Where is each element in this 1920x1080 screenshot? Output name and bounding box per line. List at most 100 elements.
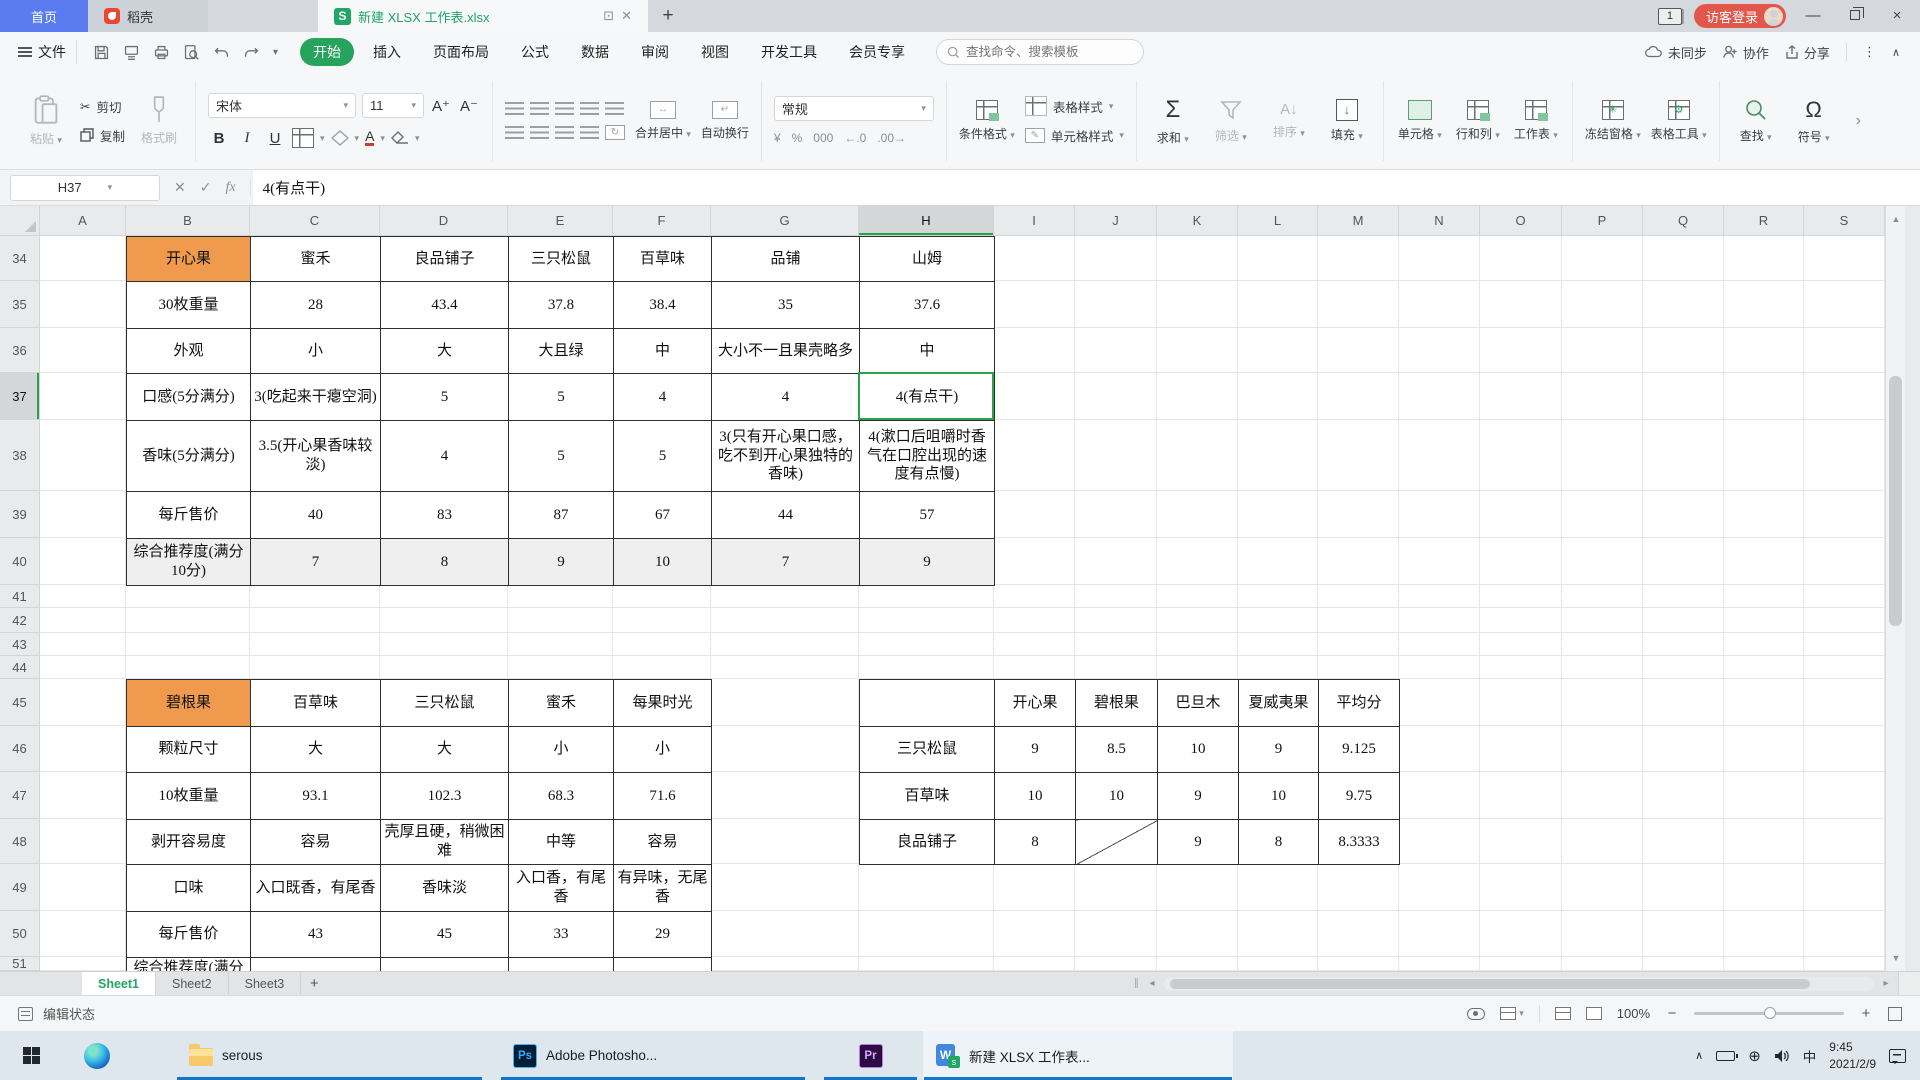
cell-D35[interactable]: 43.4 [381, 282, 509, 329]
collaborate-button[interactable]: 协作 [1723, 43, 1769, 62]
orientation-icon[interactable]: ↻ [605, 125, 625, 140]
cell-C40[interactable]: 7 [251, 539, 381, 586]
cell-N35[interactable] [1399, 281, 1480, 328]
cell-K49[interactable] [1157, 864, 1238, 911]
cell-G51[interactable] [711, 957, 859, 971]
cell-L49[interactable] [1238, 864, 1318, 911]
underline-button[interactable]: U [264, 130, 286, 147]
cell-B35[interactable]: 30枚重量 [127, 282, 251, 329]
cell-Q39[interactable] [1643, 491, 1724, 538]
taskbar-folder-button[interactable]: serous [176, 1031, 483, 1080]
cell-R50[interactable] [1724, 911, 1804, 957]
column-header-Q[interactable]: Q [1643, 206, 1724, 236]
horizontal-scroll-thumb[interactable] [1170, 979, 1810, 989]
cell-Q46[interactable] [1643, 726, 1724, 772]
cell-K37[interactable] [1157, 373, 1238, 420]
cell-H38[interactable]: 4(漱口后咀嚼时香气在口腔出现的速度有点慢) [860, 421, 995, 492]
cell-R42[interactable] [1724, 608, 1804, 633]
cell-A40[interactable] [40, 538, 126, 585]
cell-F35[interactable]: 38.4 [614, 282, 712, 329]
cell-P45[interactable] [1562, 679, 1643, 726]
cell-R38[interactable] [1724, 420, 1804, 491]
eraser-button[interactable]: ▾ [391, 131, 420, 145]
tray-expand-icon[interactable]: ∧ [1695, 1049, 1703, 1062]
cell-C49[interactable]: 入口既香，有尾香 [251, 865, 381, 912]
menu-tab-insert[interactable]: 插入 [360, 38, 414, 66]
cell-K42[interactable] [1157, 608, 1238, 633]
cell-F48[interactable]: 容易 [614, 820, 712, 865]
cell-E42[interactable] [508, 608, 613, 633]
save-icon[interactable] [93, 44, 110, 61]
cell-C41[interactable] [250, 585, 380, 608]
cell-P38[interactable] [1562, 420, 1643, 491]
menu-tab-review[interactable]: 审阅 [628, 38, 682, 66]
cell-M42[interactable] [1318, 608, 1399, 633]
cut-button[interactable]: ✂剪切 [80, 97, 125, 116]
cell-R34[interactable] [1724, 236, 1804, 281]
cell-L44[interactable] [1238, 656, 1318, 679]
cell-F50[interactable]: 29 [614, 912, 712, 958]
bold-button[interactable]: B [208, 130, 230, 147]
cell-I36[interactable] [994, 328, 1075, 373]
italic-button[interactable]: I [236, 130, 258, 147]
cell-S35[interactable] [1804, 281, 1885, 328]
cell-G48[interactable] [711, 819, 859, 864]
cell-E38[interactable]: 5 [509, 421, 614, 492]
column-header-N[interactable]: N [1399, 206, 1480, 236]
table-style-button[interactable]: 表格样式 ▾ [1025, 96, 1124, 116]
cell-F51[interactable] [614, 958, 712, 972]
cell-C47[interactable]: 93.1 [251, 773, 381, 820]
cell-M48[interactable]: 8.3333 [1319, 820, 1400, 865]
cell-L38[interactable] [1238, 420, 1318, 491]
cell-C42[interactable] [250, 608, 380, 633]
cell-D46[interactable]: 大 [381, 727, 509, 773]
cell-B38[interactable]: 香味(5分满分) [127, 421, 251, 492]
cell-F49[interactable]: 有异味，无尾香 [614, 865, 712, 912]
cell-S37[interactable] [1804, 373, 1885, 420]
cell-B47[interactable]: 10枚重量 [127, 773, 251, 820]
zoom-level[interactable]: 100% [1617, 1006, 1650, 1021]
fill-button[interactable]: ↓ 填充 ▾ [1323, 99, 1371, 143]
cell-R37[interactable] [1724, 373, 1804, 420]
cell-Q41[interactable] [1643, 585, 1724, 608]
cell-S49[interactable] [1804, 864, 1885, 911]
cell-M36[interactable] [1318, 328, 1399, 373]
cell-B45[interactable]: 碧根果 [127, 680, 251, 727]
cell-N34[interactable] [1399, 236, 1480, 281]
cell-H45[interactable] [860, 680, 995, 727]
cell-M45[interactable]: 平均分 [1319, 680, 1400, 727]
cell-A36[interactable] [40, 328, 126, 373]
tab-document[interactable]: S 新建 XLSX 工作表.xlsx ⊡ ✕ [318, 0, 648, 32]
cell-F46[interactable]: 小 [614, 727, 712, 773]
cell-C48[interactable]: 容易 [251, 820, 381, 865]
cell-J40[interactable] [1075, 538, 1157, 585]
row-header-40[interactable]: 40 [0, 538, 40, 585]
cell-style-button[interactable]: ✎单元格样式 ▾ [1025, 126, 1124, 145]
cell-F40[interactable]: 10 [614, 539, 712, 586]
cell-J51[interactable] [1075, 957, 1157, 971]
cell-A42[interactable] [40, 608, 126, 633]
cell-L45[interactable]: 夏威夷果 [1239, 680, 1319, 727]
cell-R41[interactable] [1724, 585, 1804, 608]
cell-I45[interactable]: 开心果 [995, 680, 1076, 727]
cell-N36[interactable] [1399, 328, 1480, 373]
cell-F45[interactable]: 每果时光 [614, 680, 712, 727]
notification-center-icon[interactable] [1889, 1049, 1906, 1063]
cell-I40[interactable] [994, 538, 1075, 585]
cell-Q38[interactable] [1643, 420, 1724, 491]
cell-C34[interactable]: 蜜禾 [251, 237, 381, 282]
cell-I41[interactable] [994, 585, 1075, 608]
taskbar-clock[interactable]: 9:45 2021/2/9 [1829, 1039, 1876, 1071]
cell-G47[interactable] [711, 772, 859, 819]
cell-E40[interactable]: 9 [509, 539, 614, 586]
cell-A34[interactable] [40, 236, 126, 281]
cell-D38[interactable]: 4 [381, 421, 509, 492]
cell-H41[interactable] [859, 585, 994, 608]
window-count-badge[interactable]: 1 [1658, 8, 1682, 25]
cell-J35[interactable] [1075, 281, 1157, 328]
cell-A47[interactable] [40, 772, 126, 819]
cell-D48[interactable]: 壳厚且硬，稍微困难 [381, 820, 509, 865]
cell-C43[interactable] [250, 633, 380, 656]
filter-button[interactable]: 筛选 ▾ [1207, 98, 1255, 144]
cell-K44[interactable] [1157, 656, 1238, 679]
